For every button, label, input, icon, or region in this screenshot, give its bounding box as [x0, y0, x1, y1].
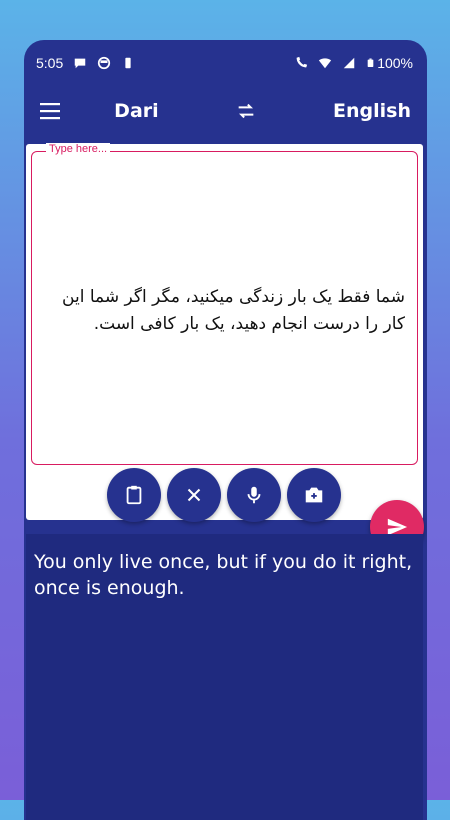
app-notification-icon — [98, 56, 111, 70]
clear-button[interactable] — [167, 468, 221, 522]
action-buttons — [107, 468, 341, 522]
input-card: Type here... شما فقط یک بار زندگی میکنید… — [26, 143, 423, 520]
close-icon — [187, 488, 201, 502]
output-card: You only live once, but if you do it rig… — [26, 534, 423, 820]
input-text[interactable]: شما فقط یک بار زندگی میکنید، مگر اگر شما… — [54, 284, 405, 338]
input-label: Type here... — [46, 143, 111, 155]
camera-input-button[interactable] — [287, 468, 341, 522]
voice-input-button[interactable] — [227, 468, 281, 522]
paste-button[interactable] — [107, 468, 161, 522]
status-time: 5:05 — [36, 55, 64, 71]
app-window: 5:05 100% Dari English Type here... شما … — [24, 40, 427, 820]
microphone-icon — [247, 486, 261, 504]
battery-saver-icon — [125, 57, 131, 69]
source-language-button[interactable]: Dari — [114, 100, 158, 122]
wifi-calling-icon — [296, 56, 308, 68]
toolbar: Dari English — [24, 86, 427, 136]
battery-icon — [367, 58, 374, 67]
target-language-button[interactable]: English — [333, 100, 411, 122]
input-field[interactable]: Type here... شما فقط یک بار زندگی میکنید… — [31, 143, 418, 465]
battery-percentage: 100% — [377, 55, 413, 71]
status-bar: 5:05 100% — [24, 40, 427, 86]
translation-output: You only live once, but if you do it rig… — [34, 551, 413, 599]
menu-icon[interactable] — [40, 102, 62, 120]
wifi-icon — [319, 58, 332, 69]
chat-icon — [75, 58, 86, 69]
signal-icon — [343, 57, 355, 69]
swap-languages-icon[interactable] — [235, 100, 257, 122]
clipboard-icon — [126, 485, 142, 505]
camera-icon — [305, 487, 323, 503]
